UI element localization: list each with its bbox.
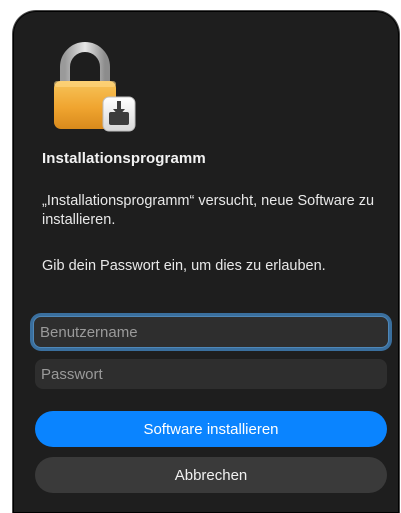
dialog-title: Installationsprogramm [42,150,206,167]
username-field[interactable] [33,316,389,348]
cancel-button[interactable]: Abbrechen [35,457,387,493]
dialog-message: „Installationsprogramm“ versucht, neue S… [42,193,375,228]
page: Installationsprogramm „Installationsprog… [0,0,401,513]
authentication-dialog: Installationsprogramm „Installationsprog… [12,10,400,513]
password-field[interactable] [35,359,387,389]
dialog-instruction: Gib dein Passwort ein, um dies zu erlaub… [42,258,326,274]
lock-installer-icon [54,42,136,132]
install-software-button[interactable]: Software installieren [35,411,387,447]
